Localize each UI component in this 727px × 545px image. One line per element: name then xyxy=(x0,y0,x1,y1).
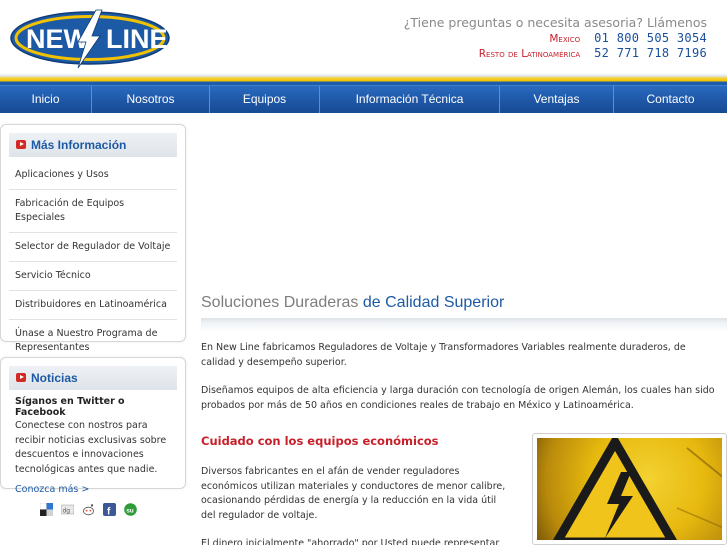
stumbleupon-icon[interactable]: su xyxy=(124,503,137,516)
phone-latam: Resto de Latinoamérica 52 771 718 7196 xyxy=(479,46,707,60)
svg-text:su: su xyxy=(126,507,134,514)
digg-icon[interactable]: dg xyxy=(61,503,74,516)
phone-region: Resto de Latinoamérica xyxy=(478,48,581,60)
svg-text:dg: dg xyxy=(63,508,71,515)
hero-divider xyxy=(201,318,727,332)
phone-region: Mexico xyxy=(549,33,581,45)
sidebar-item-selector[interactable]: Selector de Regulador de Voltaje xyxy=(9,233,177,262)
nav-equipos[interactable]: Equipos xyxy=(210,86,320,113)
contact-question: ¿Tiene preguntas o necesita asesoria? Ll… xyxy=(403,15,707,30)
social-icons: dg f su xyxy=(40,503,137,516)
news-more-link[interactable]: Conozca más > xyxy=(15,484,89,495)
svg-text:LINE: LINE xyxy=(106,24,168,54)
savings-paragraph: El dinero inicialmente "ahorrado" por Us… xyxy=(201,538,500,545)
sidebar-item-fabricacion[interactable]: Fabricación de Equipos Especiales xyxy=(9,190,177,233)
hero-title-light: Soluciones Duraderas xyxy=(201,294,359,311)
hero-title-strong: de Calidad Superior xyxy=(362,294,505,311)
more-info-box: Más Información Aplicaciones y Usos Fabr… xyxy=(0,124,186,353)
sidebar-item-servicio[interactable]: Servicio Técnico xyxy=(9,262,177,291)
phone-number[interactable]: 01 800 505 3054 xyxy=(594,31,707,45)
play-bullet-icon xyxy=(16,140,26,149)
design-paragraph: Diseñamos equipos de alta eficiencia y l… xyxy=(201,385,715,411)
sidebar-item-aplicaciones[interactable]: Aplicaciones y Usos xyxy=(9,161,177,190)
main-nav: Inicio Nosotros Equipos Información Técn… xyxy=(0,85,727,113)
hero-title: Soluciones Duraderas de Calidad Superior xyxy=(201,294,504,312)
sidebar-item-distribuidores[interactable]: Distribuidores en Latinoamérica xyxy=(9,291,177,320)
header-stripe-divider xyxy=(0,73,727,85)
sidebar-item-representantes[interactable]: Únase a Nuestro Programa de Representant… xyxy=(9,320,177,362)
nav-nosotros[interactable]: Nosotros xyxy=(92,86,210,113)
nav-inicio[interactable]: Inicio xyxy=(0,86,92,113)
phone-mexico: Mexico 01 800 505 3054 xyxy=(549,31,707,45)
nav-ventajas[interactable]: Ventajas xyxy=(500,86,614,113)
more-info-title-text: Más Información xyxy=(31,138,127,152)
more-info-list: Aplicaciones y Usos Fabricación de Equip… xyxy=(9,161,177,362)
news-headline: Síganos en Twitter o Facebook xyxy=(15,396,125,418)
warning-paragraph: Diversos fabricantes en el afán de vende… xyxy=(201,466,506,521)
reddit-icon[interactable] xyxy=(82,503,95,516)
play-bullet-icon xyxy=(16,373,26,382)
high-voltage-sign-image xyxy=(537,438,722,540)
nav-contacto[interactable]: Contacto xyxy=(614,86,727,113)
hazard-triangle-icon xyxy=(552,438,722,540)
delicious-icon[interactable] xyxy=(40,503,53,516)
news-title: Noticias xyxy=(9,366,177,390)
news-title-text: Noticias xyxy=(31,371,78,385)
section-title: Cuidado con los equipos económicos xyxy=(201,434,439,448)
more-info-title: Más Información xyxy=(9,133,177,157)
intro-paragraph: En New Line fabricamos Reguladores de Vo… xyxy=(201,342,686,368)
nav-informacion-tecnica[interactable]: Información Técnica xyxy=(320,86,500,113)
high-voltage-photo xyxy=(532,433,727,545)
news-box: Noticias Síganos en Twitter o Facebook C… xyxy=(0,357,186,495)
site-header: NEW LINE ¿Tiene preguntas o necesita ase… xyxy=(0,0,727,85)
phone-number[interactable]: 52 771 718 7196 xyxy=(594,46,707,60)
new-line-logo[interactable]: NEW LINE xyxy=(8,4,172,70)
facebook-icon[interactable]: f xyxy=(103,503,116,516)
news-text: Conectese con nostros para recibir notic… xyxy=(15,420,167,475)
